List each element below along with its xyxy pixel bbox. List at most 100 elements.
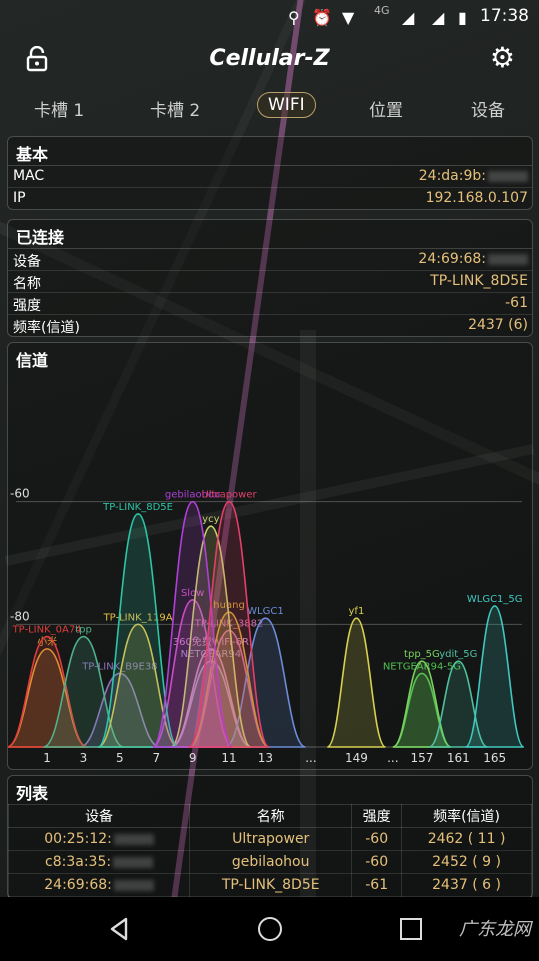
col-freq: 频率(信道) xyxy=(401,804,532,828)
app-title: Cellular-Z xyxy=(209,46,330,71)
cell-device: c8:3a:35: xyxy=(45,854,112,870)
basic-title: 基本 xyxy=(8,137,532,166)
series-curve xyxy=(464,605,525,748)
device-label: 设备 xyxy=(13,254,41,270)
name-value: TP-LINK_8D5E xyxy=(430,273,528,289)
app-bar: Cellular-Z ⚙ xyxy=(0,34,539,86)
ip-row: IP 192.168.0.107 xyxy=(8,188,532,209)
tab-device[interactable]: 设备 xyxy=(471,96,505,121)
series-curve xyxy=(326,617,387,748)
connected-title: 已连接 xyxy=(8,220,532,249)
ip-value: 192.168.0.107 xyxy=(425,190,528,206)
col-device: 设备 xyxy=(7,804,191,828)
channel-chart: -60-801 3 5 7 9 11 13... 149... 157 161 165TP-LINK… xyxy=(8,487,525,765)
series-label: tpp_5G xyxy=(404,649,440,660)
table-row[interactable]: c8:3a:35: gebilaohou -60 2452 ( 9 ) xyxy=(7,850,532,874)
x-tick-label: 161 xyxy=(447,751,470,765)
status-bar: ⚲ ⏰ ▼ 4G ◢ ◢ ▮ 17:38 xyxy=(0,0,539,34)
redacted xyxy=(113,856,154,868)
y-tick-label: -60 xyxy=(10,487,30,501)
redacted xyxy=(113,833,154,845)
cell-name: Ultrapower xyxy=(189,827,353,851)
x-tick-label: ... xyxy=(305,751,316,765)
x-tick-label: 13 xyxy=(258,751,273,765)
cell-freq: 2437 ( 6 ) xyxy=(401,873,532,897)
x-tick-label: 11 xyxy=(221,751,236,765)
location-icon: ⚲ xyxy=(288,8,300,27)
tab-slot-2[interactable]: 卡槽 2 xyxy=(150,96,200,121)
tab-slot-1[interactable]: 卡槽 1 xyxy=(34,96,84,121)
cell-strength: -61 xyxy=(351,873,403,897)
home-icon[interactable] xyxy=(258,917,282,941)
freq-label: 频率(信道) xyxy=(13,320,80,336)
mac-row: MAC 24:da:9b: xyxy=(8,166,532,188)
x-tick-label: ... xyxy=(387,751,398,765)
battery-icon: ▮ xyxy=(458,8,467,27)
x-tick-label: 5 xyxy=(116,751,124,765)
cell-freq: 2452 ( 9 ) xyxy=(401,850,532,874)
list-panel: 列表 设备 名称 强度 频率(信道) 00:25:12: Ultrapower … xyxy=(7,775,533,899)
tab-location[interactable]: 位置 xyxy=(369,96,403,121)
series-label: TP-LINK_0A74 xyxy=(12,625,82,636)
cell-strength: -60 xyxy=(351,850,403,874)
network-type: 4G xyxy=(374,4,390,17)
basic-panel: 基本 MAC 24:da:9b: IP 192.168.0.107 xyxy=(7,136,533,210)
table-header: 设备 名称 强度 频率(信道) xyxy=(7,804,532,828)
back-icon[interactable] xyxy=(108,917,130,941)
series-label: WLGC1 xyxy=(247,606,284,617)
device-value: 24:69:68: xyxy=(418,251,486,267)
signal-icon-2: ◢ xyxy=(432,8,445,27)
list-title: 列表 xyxy=(16,784,49,803)
redacted xyxy=(488,253,528,265)
wifi-icon: ▼ xyxy=(342,8,355,27)
series-label: ycy xyxy=(202,514,219,525)
ap-table: 设备 名称 强度 频率(信道) 00:25:12: Ultrapower -60… xyxy=(7,804,532,897)
nav-bar: 广东龙网 xyxy=(0,897,539,961)
table-row[interactable]: 00:25:12: Ultrapower -60 2462 ( 11 ) xyxy=(7,827,532,851)
tab-wifi[interactable]: WIFI xyxy=(257,92,316,118)
col-strength: 强度 xyxy=(351,804,403,828)
gear-icon[interactable]: ⚙ xyxy=(490,44,515,72)
mac-label: MAC xyxy=(13,168,45,184)
cell-name: TP-LINK_8D5E xyxy=(189,873,353,897)
name-label: 名称 xyxy=(13,276,41,292)
series-label: WLGC1_5G xyxy=(467,594,523,605)
device-row: 设备 24:69:68: xyxy=(8,249,532,271)
series-label: ydit_5G xyxy=(439,649,477,660)
redacted xyxy=(488,170,528,182)
x-tick-label: 9 xyxy=(189,751,197,765)
x-tick-label: 157 xyxy=(410,751,433,765)
watermark-logo: 广东龙网 xyxy=(459,919,531,940)
recent-apps-icon[interactable] xyxy=(400,918,422,940)
series-label: tpp xyxy=(75,625,92,636)
x-tick-label: 165 xyxy=(483,751,506,765)
cell-device: 24:69:68: xyxy=(44,877,112,893)
strength-row: 强度 -61 xyxy=(8,293,532,315)
x-tick-label: 149 xyxy=(345,751,368,765)
x-tick-label: 7 xyxy=(152,751,160,765)
clock: 17:38 xyxy=(480,6,529,26)
x-tick-label: 3 xyxy=(80,751,88,765)
connected-panel: 已连接 设备 24:69:68: 名称 TP-LINK_8D5E 强度 -61 … xyxy=(7,219,533,337)
cell-freq: 2462 ( 11 ) xyxy=(401,827,532,851)
series-label: yf1 xyxy=(349,606,365,617)
series-label: TP-LINK_8D5E xyxy=(102,502,173,513)
strength-value: -61 xyxy=(505,295,528,311)
name-row: 名称 TP-LINK_8D5E xyxy=(8,271,532,293)
channel-panel: 信道 -60 -80 1 3 5 7 9 11 13... 149... 157 161 165 TP-L… xyxy=(7,342,533,770)
y-tick-label: -80 xyxy=(10,609,30,623)
freq-row: 频率(信道) 2437 (6) xyxy=(8,315,532,336)
mac-value: 24:da:9b: xyxy=(418,168,486,184)
alarm-icon: ⏰ xyxy=(312,8,332,27)
ip-label: IP xyxy=(13,190,26,206)
x-tick-label: 1 xyxy=(43,751,51,765)
cell-device: 00:25:12: xyxy=(44,831,112,847)
strength-label: 强度 xyxy=(13,298,41,314)
cell-strength: -60 xyxy=(351,827,403,851)
series-label: Ultrapower xyxy=(201,490,257,501)
table-row[interactable]: 24:69:68: TP-LINK_8D5E -61 2437 ( 6 ) xyxy=(7,873,532,897)
col-name: 名称 xyxy=(189,804,353,828)
freq-value: 2437 (6) xyxy=(468,317,528,333)
channel-title: 信道 xyxy=(16,351,49,370)
tab-bar: 卡槽 1 卡槽 2 WIFI 位置 设备 xyxy=(0,90,539,130)
